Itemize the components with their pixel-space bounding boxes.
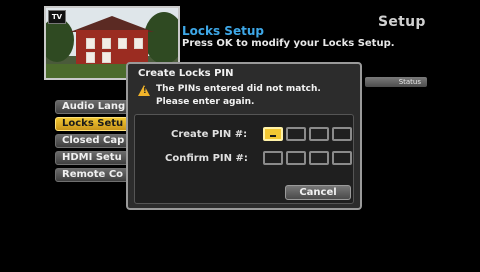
menu-item-audio-language[interactable]: Audio Lang xyxy=(55,100,129,114)
confirm-pin-label: Confirm PIN #: xyxy=(165,153,248,164)
confirm-pin-digit-3[interactable] xyxy=(309,151,329,165)
dialog-title: Create Locks PIN xyxy=(138,68,234,79)
screen-subtitle: Press OK to modify your Locks Setup. xyxy=(182,38,395,49)
create-pin-digit-2[interactable] xyxy=(286,127,306,141)
pin-entry-panel: Create PIN #: Confirm PIN #: Cancel xyxy=(134,114,354,204)
page-heading: Setup xyxy=(378,14,426,30)
error-message: The PINs entered did not match. xyxy=(156,84,321,94)
menu-item-locks-setup[interactable]: Locks Setu xyxy=(55,117,129,131)
create-pin-digit-4[interactable] xyxy=(332,127,352,141)
create-pin-label: Create PIN #: xyxy=(171,129,248,140)
menu-item-closed-captions[interactable]: Closed Cap xyxy=(55,134,129,148)
tv-screen: TV Setup Locks Setup Press OK to modify … xyxy=(0,0,480,272)
screen-title: Locks Setup xyxy=(182,24,264,38)
menu-item-hdmi-setup[interactable]: HDMI Setu xyxy=(55,151,129,165)
create-pin-dialog: Create Locks PIN ! The PINs entered did … xyxy=(126,62,362,210)
menu-item-remote-control[interactable]: Remote Co xyxy=(55,168,129,182)
cancel-button[interactable]: Cancel xyxy=(285,185,351,200)
create-pin-digit-3[interactable] xyxy=(309,127,329,141)
status-indicator: Status xyxy=(365,77,427,87)
warning-icon: ! xyxy=(138,85,150,96)
create-pin-digit-1[interactable] xyxy=(263,127,283,141)
error-instruction: Please enter again. xyxy=(156,97,255,107)
confirm-pin-digit-1[interactable] xyxy=(263,151,283,165)
tv-badge-icon: TV xyxy=(48,10,66,24)
confirm-pin-digit-2[interactable] xyxy=(286,151,306,165)
confirm-pin-digit-4[interactable] xyxy=(332,151,352,165)
